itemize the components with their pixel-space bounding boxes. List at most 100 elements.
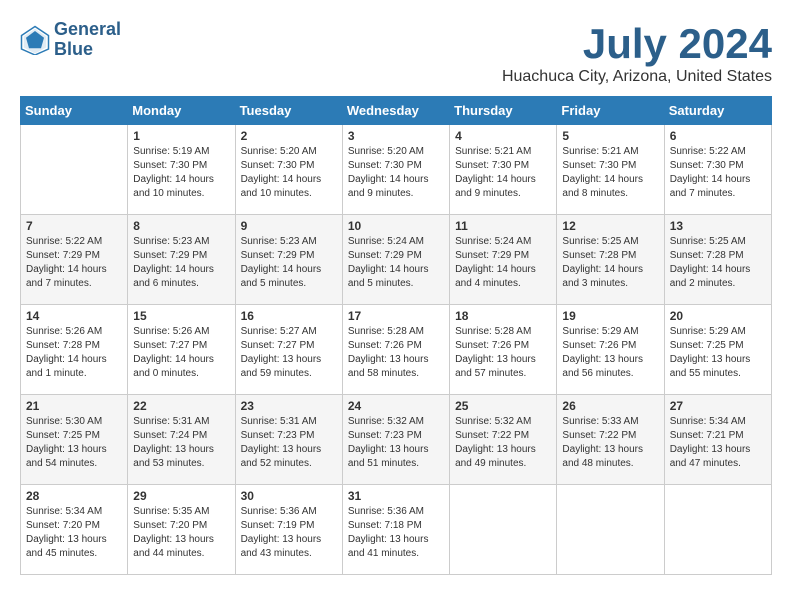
logo-line2: Blue [54,40,121,60]
day-number: 10 [348,219,444,233]
calendar-cell: 5 Sunrise: 5:21 AM Sunset: 7:30 PM Daylig… [557,125,664,215]
calendar-cell [664,485,771,575]
day-number: 8 [133,219,229,233]
title-area: July 2024 Huachuca City, Arizona, United… [502,20,772,86]
calendar-cell: 19 Sunrise: 5:29 AM Sunset: 7:26 PM Dayli… [557,305,664,395]
calendar-cell: 4 Sunrise: 5:21 AM Sunset: 7:30 PM Daylig… [450,125,557,215]
day-number: 3 [348,129,444,143]
calendar-cell: 24 Sunrise: 5:32 AM Sunset: 7:23 PM Dayli… [342,395,449,485]
day-info: Sunrise: 5:32 AM Sunset: 7:23 PM Dayligh… [348,415,444,471]
weekday-header-sunday: Sunday [21,97,128,125]
day-number: 30 [241,489,337,503]
calendar-week-1: 1 Sunrise: 5:19 AM Sunset: 7:30 PM Daylig… [21,125,772,215]
day-info: Sunrise: 5:35 AM Sunset: 7:20 PM Dayligh… [133,505,229,561]
logo: General Blue [20,20,121,60]
month-title: July 2024 [502,20,772,68]
day-number: 26 [562,399,658,413]
day-info: Sunrise: 5:31 AM Sunset: 7:23 PM Dayligh… [241,415,337,471]
day-info: Sunrise: 5:34 AM Sunset: 7:20 PM Dayligh… [26,505,122,561]
calendar-table: SundayMondayTuesdayWednesdayThursdayFrid… [20,96,772,575]
day-info: Sunrise: 5:22 AM Sunset: 7:30 PM Dayligh… [670,145,766,201]
day-info: Sunrise: 5:36 AM Sunset: 7:18 PM Dayligh… [348,505,444,561]
logo-icon [20,25,50,55]
day-info: Sunrise: 5:31 AM Sunset: 7:24 PM Dayligh… [133,415,229,471]
day-number: 9 [241,219,337,233]
calendar-cell: 27 Sunrise: 5:34 AM Sunset: 7:21 PM Dayli… [664,395,771,485]
calendar-cell: 15Sunrise: 5:26 AM Sunset: 7:27 PM Dayli… [128,305,235,395]
calendar-cell [21,125,128,215]
day-number: 27 [670,399,766,413]
weekday-header-tuesday: Tuesday [235,97,342,125]
calendar-cell: 10 Sunrise: 5:24 AM Sunset: 7:29 PM Dayli… [342,215,449,305]
day-number: 24 [348,399,444,413]
day-number: 23 [241,399,337,413]
calendar-cell: 11Sunrise: 5:24 AM Sunset: 7:29 PM Dayli… [450,215,557,305]
day-number: 4 [455,129,551,143]
day-info: Sunrise: 5:21 AM Sunset: 7:30 PM Dayligh… [455,145,551,201]
day-number: 29 [133,489,229,503]
calendar-cell: 18Sunrise: 5:28 AM Sunset: 7:26 PM Dayli… [450,305,557,395]
day-info: Sunrise: 5:24 AM Sunset: 7:29 PM Dayligh… [348,235,444,291]
day-info: Sunrise: 5:23 AM Sunset: 7:29 PM Dayligh… [133,235,229,291]
day-number: 15 [133,309,229,323]
calendar-cell: 23 Sunrise: 5:31 AM Sunset: 7:23 PM Dayli… [235,395,342,485]
day-info: Sunrise: 5:29 AM Sunset: 7:26 PM Dayligh… [562,325,658,381]
logo-line1: General [54,20,121,40]
weekday-header-saturday: Saturday [664,97,771,125]
page-header: General Blue July 2024 Huachuca City, Ar… [20,20,772,86]
day-info: Sunrise: 5:21 AM Sunset: 7:30 PM Dayligh… [562,145,658,201]
day-info: Sunrise: 5:22 AM Sunset: 7:29 PM Dayligh… [26,235,122,291]
day-number: 1 [133,129,229,143]
day-number: 12 [562,219,658,233]
calendar-cell: 30 Sunrise: 5:36 AM Sunset: 7:19 PM Dayli… [235,485,342,575]
calendar-cell: 7Sunrise: 5:22 AM Sunset: 7:29 PM Daylig… [21,215,128,305]
calendar-cell: 3 Sunrise: 5:20 AM Sunset: 7:30 PM Daylig… [342,125,449,215]
calendar-cell: 17Sunrise: 5:28 AM Sunset: 7:26 PM Dayli… [342,305,449,395]
day-info: Sunrise: 5:20 AM Sunset: 7:30 PM Dayligh… [348,145,444,201]
calendar-cell: 21 Sunrise: 5:30 AM Sunset: 7:25 PM Dayli… [21,395,128,485]
calendar-cell: 14 Sunrise: 5:26 AM Sunset: 7:28 PM Dayli… [21,305,128,395]
day-info: Sunrise: 5:20 AM Sunset: 7:30 PM Dayligh… [241,145,337,201]
calendar-cell: 16 Sunrise: 5:27 AM Sunset: 7:27 PM Dayli… [235,305,342,395]
calendar-week-2: 7Sunrise: 5:22 AM Sunset: 7:29 PM Daylig… [21,215,772,305]
day-info: Sunrise: 5:19 AM Sunset: 7:30 PM Dayligh… [133,145,229,201]
day-info: Sunrise: 5:27 AM Sunset: 7:27 PM Dayligh… [241,325,337,381]
day-info: Sunrise: 5:36 AM Sunset: 7:19 PM Dayligh… [241,505,337,561]
day-number: 22 [133,399,229,413]
day-info: Sunrise: 5:34 AM Sunset: 7:21 PM Dayligh… [670,415,766,471]
calendar-body: 1 Sunrise: 5:19 AM Sunset: 7:30 PM Daylig… [21,125,772,575]
calendar-cell: 26Sunrise: 5:33 AM Sunset: 7:22 PM Dayli… [557,395,664,485]
day-number: 31 [348,489,444,503]
day-number: 20 [670,309,766,323]
day-number: 18 [455,309,551,323]
day-number: 28 [26,489,122,503]
calendar-week-3: 14 Sunrise: 5:26 AM Sunset: 7:28 PM Dayli… [21,305,772,395]
calendar-cell: 2Sunrise: 5:20 AM Sunset: 7:30 PM Daylig… [235,125,342,215]
day-info: Sunrise: 5:28 AM Sunset: 7:26 PM Dayligh… [348,325,444,381]
day-number: 25 [455,399,551,413]
day-info: Sunrise: 5:25 AM Sunset: 7:28 PM Dayligh… [670,235,766,291]
weekday-header-monday: Monday [128,97,235,125]
logo-text: General Blue [54,20,121,60]
calendar-cell: 25 Sunrise: 5:32 AM Sunset: 7:22 PM Dayli… [450,395,557,485]
day-number: 5 [562,129,658,143]
day-info: Sunrise: 5:32 AM Sunset: 7:22 PM Dayligh… [455,415,551,471]
calendar-cell [450,485,557,575]
day-number: 21 [26,399,122,413]
day-number: 14 [26,309,122,323]
calendar-cell: 29 Sunrise: 5:35 AM Sunset: 7:20 PM Dayli… [128,485,235,575]
day-info: Sunrise: 5:26 AM Sunset: 7:28 PM Dayligh… [26,325,122,381]
day-number: 16 [241,309,337,323]
day-info: Sunrise: 5:23 AM Sunset: 7:29 PM Dayligh… [241,235,337,291]
calendar-cell: 22 Sunrise: 5:31 AM Sunset: 7:24 PM Dayli… [128,395,235,485]
weekday-header-wednesday: Wednesday [342,97,449,125]
calendar-week-5: 28 Sunrise: 5:34 AM Sunset: 7:20 PM Dayli… [21,485,772,575]
day-info: Sunrise: 5:30 AM Sunset: 7:25 PM Dayligh… [26,415,122,471]
weekday-row: SundayMondayTuesdayWednesdayThursdayFrid… [21,97,772,125]
calendar-cell: 12Sunrise: 5:25 AM Sunset: 7:28 PM Dayli… [557,215,664,305]
location-title: Huachuca City, Arizona, United States [502,68,772,86]
calendar-cell: 8 Sunrise: 5:23 AM Sunset: 7:29 PM Daylig… [128,215,235,305]
day-info: Sunrise: 5:24 AM Sunset: 7:29 PM Dayligh… [455,235,551,291]
calendar-cell: 13Sunrise: 5:25 AM Sunset: 7:28 PM Dayli… [664,215,771,305]
day-number: 19 [562,309,658,323]
